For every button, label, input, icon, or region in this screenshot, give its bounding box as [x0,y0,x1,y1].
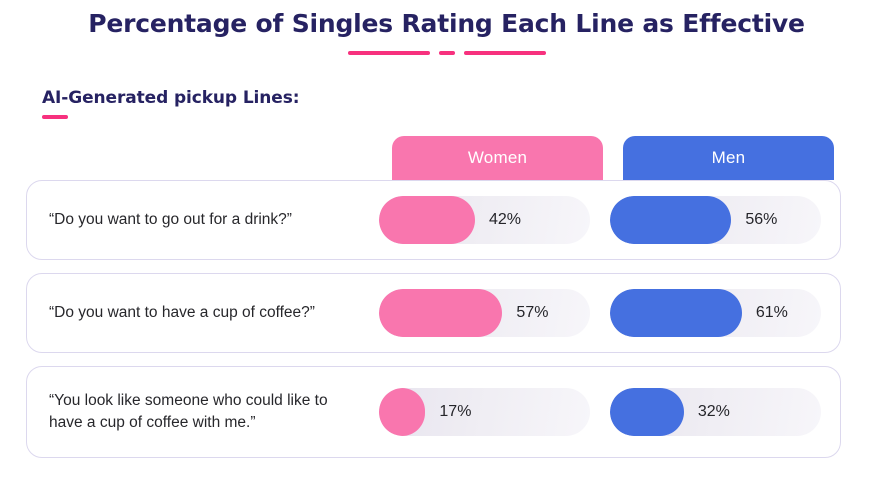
bar-value-men: 32% [697,403,730,420]
bar-cell-women: 17% [379,388,590,436]
bar-cell-women: 42% [379,196,590,244]
bar-value-women: 42% [489,211,522,228]
bar-cell-men: 56% [610,196,821,244]
bar-track-women: 17% [379,388,590,436]
bar-fill-men [610,289,742,337]
bar-value-men: 56% [745,211,778,228]
bar-cell-men: 61% [610,289,821,337]
bar-fill-women [379,196,475,244]
pickup-line-text: “Do you want to go out for a drink?” [49,210,292,228]
bar-fill-men [610,196,732,244]
column-header-tabs: Women Men [392,136,834,180]
page-title: Percentage of Singles Rating Each Line a… [88,9,805,38]
pickup-line-text: “Do you want to have a cup of coffee?” [49,303,315,321]
bar-track-men: 56% [610,196,821,244]
bar-fill-men [610,388,684,436]
section-title: AI-Generated pickup Lines: [42,88,300,108]
row-bars: 57% 61% [379,289,821,337]
bar-track-men: 32% [610,388,821,436]
pickup-line-text: “You look like someone who could like to… [49,391,328,431]
column-header-women: Women [392,136,603,180]
bar-fill-women [379,388,426,436]
chart-header: Percentage of Singles Rating Each Line a… [0,0,893,55]
table-row: “Do you want to go out for a drink?” 42%… [26,180,841,260]
column-header-women-label: Women [467,148,528,167]
bar-cell-women: 57% [379,289,590,337]
data-rows: “Do you want to go out for a drink?” 42%… [26,180,841,471]
rule-segment-right [463,51,546,55]
bar-value-women: 57% [516,304,549,321]
section-header: AI-Generated pickup Lines: [42,88,893,119]
bar-fill-women [379,289,503,337]
rule-segment-dot [438,51,455,55]
bar-cell-men: 32% [610,388,821,436]
column-header-men: Men [623,136,834,180]
table-row: “Do you want to have a cup of coffee?” 5… [26,273,841,353]
title-decorative-rule [0,51,893,55]
bar-track-men: 61% [610,289,821,337]
bar-value-women: 17% [439,403,472,420]
row-bars: 17% 32% [379,388,821,436]
rule-segment-left [347,51,430,55]
table-row: “You look like someone who could like to… [26,366,841,458]
section-underline [42,115,68,119]
row-bars: 42% 56% [379,196,821,244]
bar-track-women: 57% [379,289,590,337]
column-header-men-label: Men [711,148,746,167]
bar-value-men: 61% [755,304,788,321]
bar-track-women: 42% [379,196,590,244]
